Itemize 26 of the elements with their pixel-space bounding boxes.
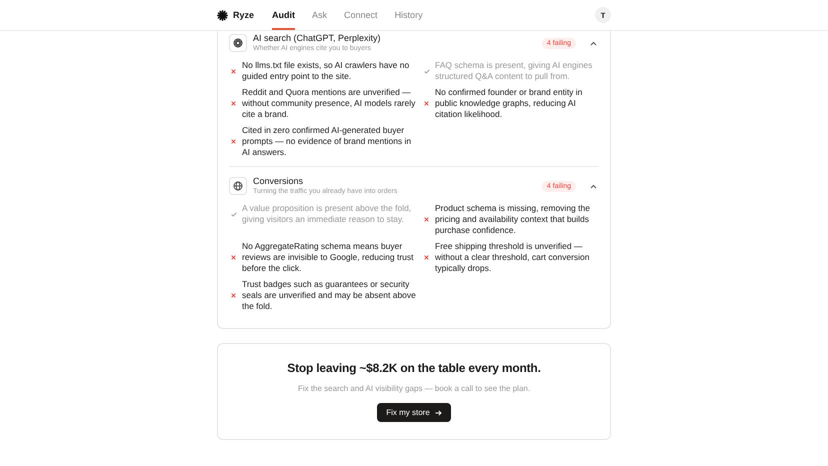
nav-tab[interactable]: Audit — [272, 0, 296, 30]
chevron-icon[interactable] — [590, 40, 597, 46]
section-title: AI search (ChatGPT, Perplexity) — [253, 33, 382, 44]
finding-text: A value proposition is present above the fold, giving visitors an immediate reason to stay. — [242, 203, 412, 225]
chevron-icon[interactable] — [590, 184, 597, 188]
starburst-icon — [217, 10, 228, 20]
brand-name: Ryze — [233, 10, 254, 20]
finding-text: Reddit and Quora mentions are unverified — without community presence, AI models rarely cite a brand. — [242, 87, 416, 120]
nav-tab[interactable]: Ask — [312, 0, 328, 30]
fix-store-button[interactable]: Fix my store — [377, 403, 451, 422]
cta-heading: Stop leaving ~$8.2K on the table every month. — [287, 361, 541, 375]
flower-icon — [233, 38, 243, 48]
cta-text: Fix the search and AI visibility gaps — book a call to see the plan. — [298, 384, 530, 393]
finding-text: Cited in zero confirmed AI-generated buyer prompts — no evidence of brand mentions in AI answers. — [242, 125, 412, 158]
finding-text: FAQ schema is present, giving AI engines structured Q&A content to pull from. — [435, 60, 594, 82]
finding-text: No llms.txt file exists, so AI crawlers have no guided entry point to the site. — [242, 60, 410, 82]
nav-tab[interactable]: Connect — [344, 0, 378, 30]
arrow-icon — [434, 410, 442, 416]
section-title: Conversions — [253, 176, 304, 187]
finding-text: Product schema is missing, removing the pricing and availability context that builds purchase confidence. — [435, 203, 591, 236]
nav-tab[interactable]: History — [394, 0, 423, 30]
finding-text: No confirmed founder or brand entity in public knowledge graphs, reducing AI citation likelihood. — [435, 87, 584, 120]
finding-text: No AggregateRating schema means buyer reviews are invisible to Google, reducing trust before the click. — [242, 241, 414, 274]
globe-icon — [233, 181, 243, 191]
finding-text: Trust badges such as guarantees or security seals are unverified and may be absent above the fold. — [242, 279, 417, 312]
finding-text: Free shipping threshold is unverified — without a clear threshold, cart conversion typically drops. — [435, 241, 590, 274]
